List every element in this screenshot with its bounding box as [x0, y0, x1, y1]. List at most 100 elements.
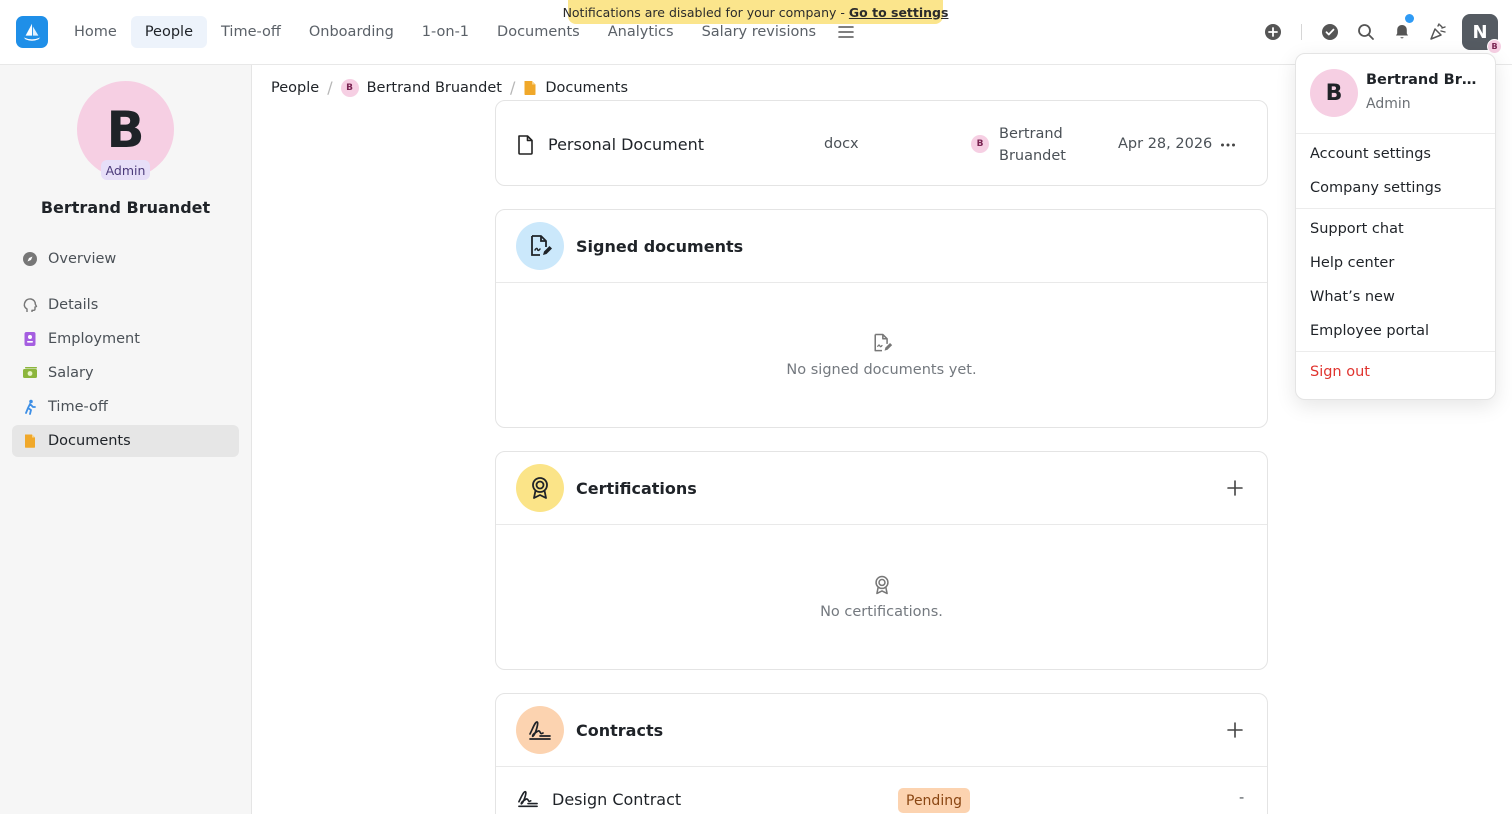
empty-message: No certifications.: [820, 604, 943, 620]
menu-item-employee-portal[interactable]: Employee portal: [1296, 314, 1495, 348]
document-owner: Bertrand Bruandet: [999, 123, 1066, 167]
file-icon: [518, 135, 533, 155]
signed-documents-card: Signed documents No signed documents yet…: [495, 209, 1268, 428]
settings-group: Account settings Company settings: [1296, 134, 1495, 209]
menu-item-support-chat[interactable]: Support chat: [1296, 212, 1495, 246]
add-circle-icon[interactable]: [1255, 14, 1291, 50]
signature-doc-icon: [873, 333, 892, 352]
document-icon: [524, 80, 536, 95]
bell-icon[interactable]: [1384, 14, 1420, 50]
tab-onboarding[interactable]: Onboarding: [295, 16, 408, 48]
sidebar-item-label: Time-off: [48, 399, 108, 415]
dropdown-user-name: Bertrand Bruandet: [1366, 72, 1484, 88]
certifications-card: Certifications No certifications.: [495, 451, 1268, 670]
sidebar-item-label: Employment: [48, 331, 140, 347]
menu-item-sign-out[interactable]: Sign out: [1296, 355, 1495, 389]
tab-home[interactable]: Home: [60, 16, 131, 48]
breadcrumb-separator: /: [327, 78, 333, 97]
profile-nav: Overview Details Employment Salary Time-…: [12, 243, 239, 459]
avatar: B: [1310, 69, 1358, 117]
card-title: Certifications: [576, 478, 697, 498]
breadcrumb-separator: /: [509, 78, 516, 97]
go-to-settings-link[interactable]: Go to settings: [849, 5, 949, 20]
role-badge: Admin: [101, 160, 150, 180]
empty-message: No signed documents yet.: [786, 362, 977, 378]
sidebar-item-label: Details: [48, 297, 99, 313]
check-circle-icon[interactable]: [1312, 14, 1348, 50]
personal-documents-card: Personal Document docx B Bertrand Bruand…: [495, 100, 1268, 186]
document-name[interactable]: Personal Document: [548, 135, 704, 154]
breadcrumb-avatar: B: [340, 78, 359, 97]
empty-state: No certifications.: [496, 525, 1267, 669]
banner-text: Notifications are disabled for your comp…: [562, 4, 845, 20]
status-badge: Pending: [898, 788, 970, 813]
sidebar-item-salary[interactable]: Salary: [12, 357, 239, 389]
user-mini-avatar: B: [1487, 39, 1502, 54]
profile-sidebar: B Admin Bertrand Bruandet Overview Detai…: [0, 65, 252, 814]
tab-1-on-1[interactable]: 1-on-1: [408, 16, 483, 48]
dropdown-header: B Bertrand Bruandet Admin: [1296, 54, 1495, 134]
add-certification-button[interactable]: [1223, 476, 1247, 500]
card-header: Certifications: [496, 452, 1267, 525]
dropdown-user-role: Admin: [1366, 96, 1411, 112]
help-group: Support chat Help center What’s new Empl…: [1296, 209, 1495, 352]
owner-first-name: Bertrand: [999, 126, 1063, 142]
document-type: docx: [824, 136, 859, 152]
tab-people[interactable]: People: [130, 16, 208, 48]
sidebar-item-overview[interactable]: Overview: [12, 243, 239, 275]
card-title: Signed documents: [576, 236, 744, 256]
sidebar-item-documents[interactable]: Documents: [12, 425, 239, 457]
owner-last-name: Bruandet: [999, 148, 1066, 164]
party-popper-icon[interactable]: [1420, 14, 1456, 50]
notifications-banner: Notifications are disabled for your comp…: [563, 0, 948, 24]
notification-dot: [1405, 14, 1414, 23]
top-actions: N B: [1255, 14, 1512, 54]
signature-doc-icon: [516, 222, 564, 270]
search-icon[interactable]: [1348, 14, 1384, 50]
plus-icon: [1227, 480, 1243, 496]
user-dropdown-menu: B Bertrand Bruandet Admin Account settin…: [1295, 53, 1496, 400]
card-header: Contracts: [496, 694, 1267, 767]
sidebar-item-label: Documents: [48, 433, 131, 449]
contract-row[interactable]: Design Contract Pending -: [496, 767, 1267, 814]
sidebar-item-employment[interactable]: Employment: [12, 323, 239, 355]
sidebar-item-label: Salary: [48, 365, 94, 381]
user-initial: N: [1472, 21, 1488, 43]
contract-value: -: [1239, 790, 1245, 806]
signout-group: Sign out: [1296, 352, 1495, 392]
menu-item-account-settings[interactable]: Account settings: [1296, 137, 1495, 171]
menu-item-help-center[interactable]: Help center: [1296, 246, 1495, 280]
document-date: Apr 28, 2026: [1118, 136, 1213, 152]
card-title: Contracts: [576, 720, 664, 740]
compass-icon: [22, 251, 38, 267]
card-header: Signed documents: [496, 210, 1267, 283]
signature-icon: [516, 706, 564, 754]
award-icon: [874, 575, 889, 595]
contract-name[interactable]: Design Contract: [552, 790, 681, 809]
sailboat-icon: [23, 23, 41, 41]
more-options-icon[interactable]: [1220, 137, 1236, 157]
empty-state: No signed documents yet.: [496, 283, 1267, 427]
sidebar-item-details[interactable]: Details: [12, 289, 239, 321]
breadcrumb-person[interactable]: Bertrand Bruandet: [367, 80, 502, 96]
signature-icon: [518, 790, 538, 808]
divider: [1301, 24, 1302, 40]
user-menu-button[interactable]: N B: [1462, 14, 1502, 54]
breadcrumb: People / B Bertrand Bruandet / Documents: [271, 78, 628, 97]
add-contract-button[interactable]: [1223, 718, 1247, 742]
plus-icon: [1227, 722, 1243, 738]
app-logo[interactable]: [16, 16, 48, 48]
walking-icon: [22, 399, 38, 415]
menu-item-whats-new[interactable]: What’s new: [1296, 280, 1495, 314]
money-icon: [22, 365, 38, 381]
head-icon: [22, 297, 38, 313]
sidebar-item-time-off[interactable]: Time-off: [12, 391, 239, 423]
document-row[interactable]: Personal Document docx B Bertrand Bruand…: [496, 115, 1267, 187]
sidebar-item-label: Overview: [48, 251, 117, 267]
badge-icon: [22, 331, 38, 347]
profile-name: Bertrand Bruandet: [40, 198, 211, 217]
menu-item-company-settings[interactable]: Company settings: [1296, 171, 1495, 205]
contracts-card: Contracts Design Contract Pending -: [495, 693, 1268, 814]
breadcrumb-people[interactable]: People: [271, 80, 319, 96]
tab-time-off[interactable]: Time-off: [207, 16, 295, 48]
